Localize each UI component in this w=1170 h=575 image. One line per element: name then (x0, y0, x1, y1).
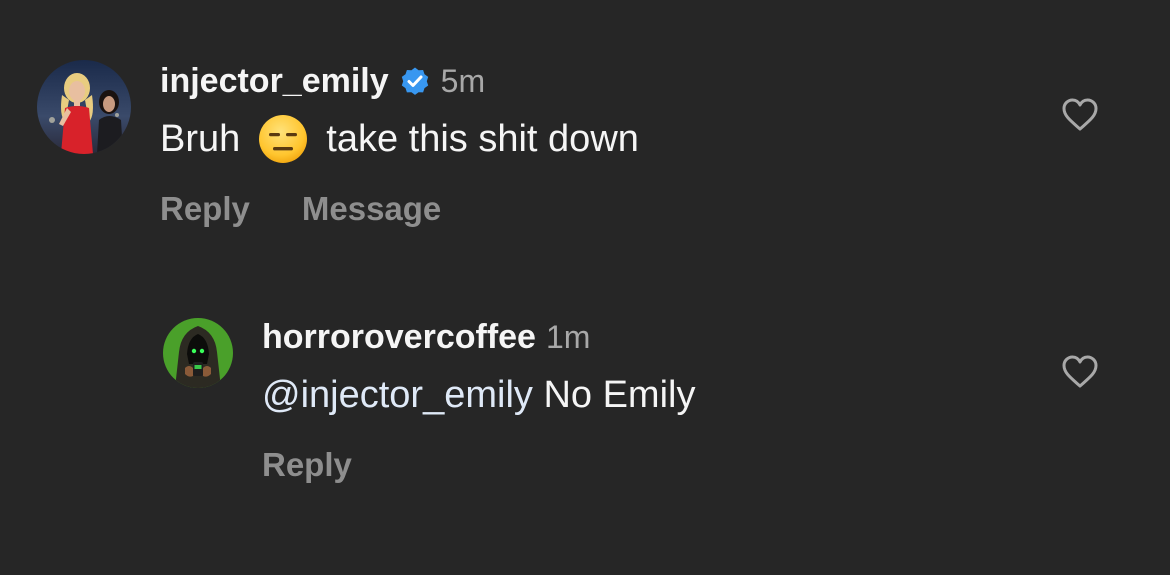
timestamp: 1m (545, 318, 591, 355)
comment-header: injector_emily 5m (160, 60, 485, 102)
comment-text: Bruh take this shit down (160, 114, 639, 164)
username[interactable]: horrorovercoffee (262, 318, 536, 357)
reply-button[interactable]: Reply (160, 190, 250, 228)
comment-actions: Reply Message (160, 190, 441, 228)
timestamp: 5m (440, 62, 486, 99)
avatar[interactable] (37, 60, 131, 154)
mention-link[interactable]: @injector_emily (262, 374, 533, 417)
comment-actions: Reply (262, 446, 352, 484)
avatar[interactable] (163, 318, 233, 388)
like-heart-icon[interactable] (1061, 97, 1099, 133)
comment-text-start: Bruh (160, 117, 241, 160)
comment-header: horrorovercoffee 1m (262, 316, 590, 358)
message-button[interactable]: Message (302, 190, 441, 228)
comment-text-body: No Emily (532, 373, 696, 416)
verified-badge-icon (399, 65, 431, 97)
comment-text-end: take this shit down (326, 117, 639, 160)
reply-button[interactable]: Reply (262, 446, 352, 484)
like-heart-icon[interactable] (1061, 354, 1099, 390)
expressionless-face-emoji-icon (258, 114, 308, 164)
comment-text: @injector_emily No Emily (262, 370, 695, 420)
username[interactable]: injector_emily (160, 62, 389, 101)
